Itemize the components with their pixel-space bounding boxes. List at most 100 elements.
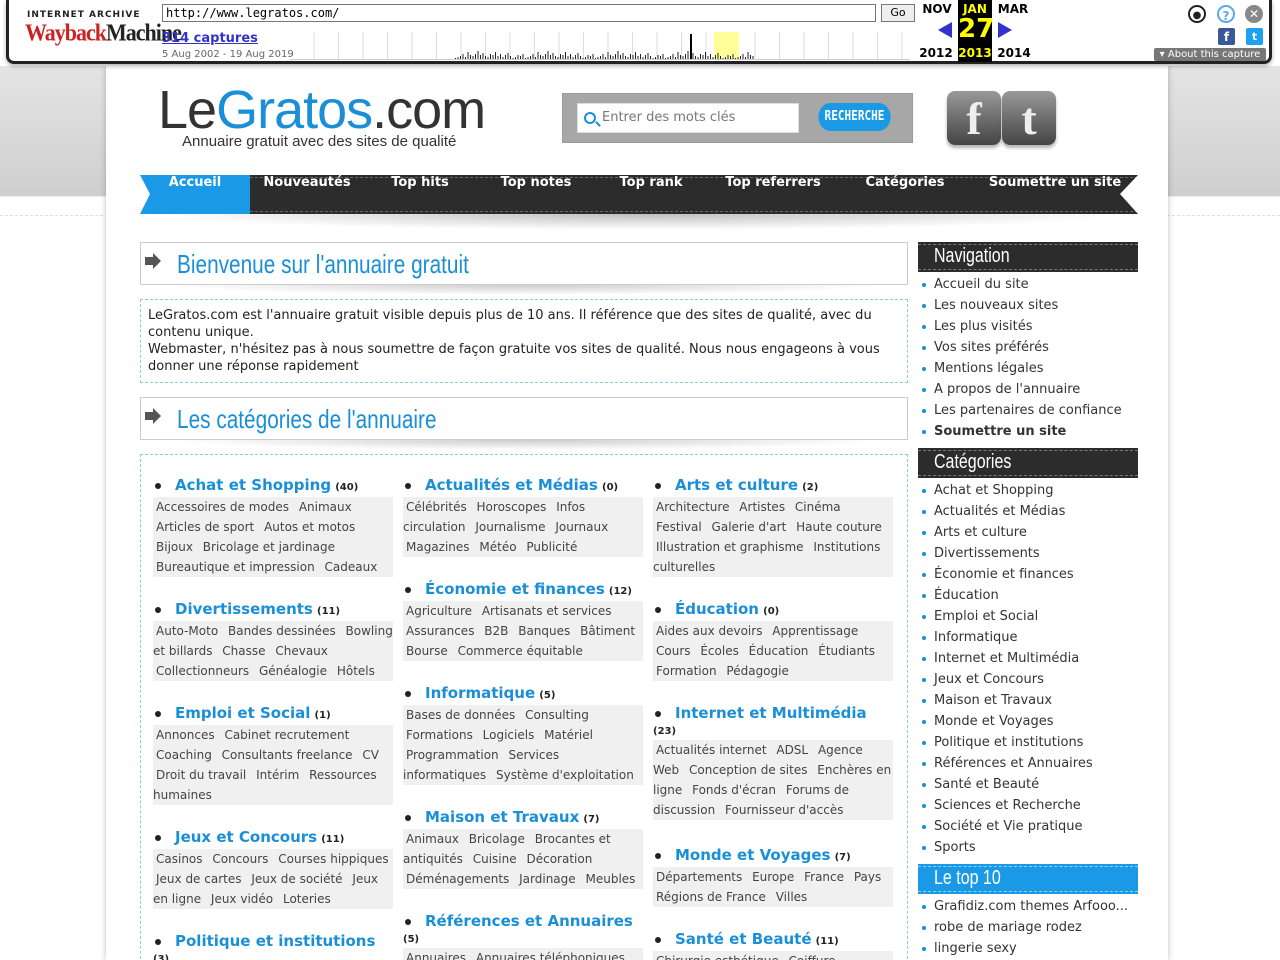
subcategory-link[interactable]: Journalisme bbox=[475, 520, 545, 534]
wayback-go-button[interactable]: Go bbox=[881, 4, 915, 22]
subcategory-link[interactable]: Villes bbox=[776, 890, 808, 904]
sidebar-link[interactable]: A propos de l'annuaire bbox=[918, 379, 1138, 400]
category-title-link[interactable]: Monde et Voyages bbox=[653, 845, 830, 865]
subcategory-link[interactable]: France bbox=[804, 870, 844, 884]
subcategory-link[interactable]: Météo bbox=[479, 540, 516, 554]
subcategory-link[interactable]: Festival bbox=[656, 520, 702, 534]
next-year[interactable]: 2014 bbox=[994, 46, 1034, 60]
subcategory-link[interactable]: Casinos bbox=[156, 852, 203, 866]
subcategory-link[interactable]: Fournisseur d'accès bbox=[725, 803, 843, 817]
sidebar-link[interactable]: Éducation bbox=[918, 585, 1138, 606]
subcategory-link[interactable]: Bricolage bbox=[469, 832, 525, 846]
subcategory-link[interactable]: Aides aux devoirs bbox=[656, 624, 762, 638]
subcategory-link[interactable]: ADSL bbox=[776, 743, 808, 757]
subcategory-link[interactable]: Régions de France bbox=[656, 890, 766, 904]
nav-nouveautes[interactable]: Nouveautés bbox=[250, 175, 364, 214]
subcategory-link[interactable]: Jeux vidéo bbox=[211, 892, 273, 906]
subcategory-link[interactable]: Articles de sport bbox=[156, 520, 254, 534]
subcategory-link[interactable]: Galerie d'art bbox=[712, 520, 787, 534]
user-icon[interactable]: ● bbox=[1188, 5, 1206, 23]
subcategory-link[interactable]: Programmation bbox=[406, 748, 499, 762]
sidebar-link[interactable]: Emploi et Social bbox=[918, 606, 1138, 627]
sidebar-link[interactable]: Sports bbox=[918, 837, 1138, 858]
subcategory-link[interactable]: Chasse bbox=[222, 644, 265, 658]
sidebar-link[interactable]: Les partenaires de confiance bbox=[918, 400, 1138, 421]
subcategory-link[interactable]: Concours bbox=[212, 852, 268, 866]
subcategory-link[interactable]: Loteries bbox=[283, 892, 331, 906]
category-title-link[interactable]: Internet et Multimédia bbox=[653, 703, 867, 723]
site-logo[interactable]: LeGratos.com bbox=[158, 80, 486, 140]
subcategory-link[interactable]: Architecture bbox=[656, 500, 729, 514]
sidebar-link[interactable]: Divertissements bbox=[918, 543, 1138, 564]
subcategory-link[interactable]: Chevaux bbox=[275, 644, 328, 658]
sidebar-link[interactable]: Internet et Multimédia bbox=[918, 648, 1138, 669]
sidebar-link[interactable]: Économie et finances bbox=[918, 564, 1138, 585]
facebook-icon[interactable]: f bbox=[947, 91, 1001, 145]
subcategory-link[interactable]: Coiffure bbox=[789, 954, 836, 960]
subcategory-link[interactable]: Bureautique et impression bbox=[156, 560, 315, 574]
subcategory-link[interactable]: Consulting bbox=[525, 708, 589, 722]
sidebar-link[interactable]: Les nouveaux sites bbox=[918, 295, 1138, 316]
sidebar-link[interactable]: Jeux et Concours bbox=[918, 669, 1138, 690]
subcategory-link[interactable]: Commerce équitable bbox=[458, 644, 583, 658]
subcategory-link[interactable]: Départements bbox=[656, 870, 742, 884]
sidebar-link[interactable]: Actualités et Médias bbox=[918, 501, 1138, 522]
subcategory-link[interactable]: Chirurgie esthétique bbox=[656, 954, 779, 960]
subcategory-link[interactable]: Fonds d'écran bbox=[692, 783, 776, 797]
wayback-logo[interactable]: WaybackMachine bbox=[25, 19, 182, 48]
subcategory-link[interactable]: Décoration bbox=[526, 852, 592, 866]
subcategory-link[interactable]: Système d'exploitation bbox=[496, 768, 634, 782]
category-title-link[interactable]: Informatique bbox=[403, 683, 535, 703]
wayback-url-input[interactable]: http://www.legratos.com/ bbox=[162, 4, 876, 22]
subcategory-link[interactable]: Jeux de cartes bbox=[156, 872, 241, 886]
nav-top-rank[interactable]: Top rank bbox=[596, 175, 706, 214]
sidebar-link[interactable]: Accueil du site bbox=[918, 274, 1138, 295]
subcategory-link[interactable]: Intérim bbox=[256, 768, 299, 782]
sidebar-link[interactable]: Santé et Beauté bbox=[918, 774, 1138, 795]
search-input[interactable]: Entrer des mots clés bbox=[577, 103, 799, 133]
subcategory-link[interactable]: Haute couture bbox=[796, 520, 882, 534]
subcategory-link[interactable]: Pays bbox=[854, 870, 881, 884]
sidebar-link[interactable]: robe de mariage rodez bbox=[918, 917, 1138, 938]
subcategory-link[interactable]: Europe bbox=[752, 870, 794, 884]
subcategory-link[interactable]: Bâtiment bbox=[580, 624, 635, 638]
sidebar-link[interactable]: Mentions légales bbox=[918, 358, 1138, 379]
capture-sparkline[interactable] bbox=[290, 32, 910, 60]
subcategory-link[interactable]: Publicité bbox=[526, 540, 577, 554]
nav-top-hits[interactable]: Top hits bbox=[364, 175, 476, 214]
subcategory-link[interactable]: Logiciels bbox=[483, 728, 535, 742]
category-title-link[interactable]: Santé et Beauté bbox=[653, 929, 812, 949]
sidebar-link[interactable]: Politique et institutions bbox=[918, 732, 1138, 753]
subcategory-link[interactable]: Agriculture bbox=[406, 604, 472, 618]
subcategory-link[interactable]: Horoscopes bbox=[477, 500, 547, 514]
subcategory-link[interactable]: Jeux de société bbox=[251, 872, 342, 886]
subcategory-link[interactable]: Auto-Moto bbox=[156, 624, 218, 638]
sidebar-link[interactable]: Maison et Travaux bbox=[918, 690, 1138, 711]
subcategory-link[interactable]: Annuaires bbox=[406, 951, 466, 960]
subcategory-link[interactable]: Autos et motos bbox=[264, 520, 355, 534]
subcategory-link[interactable]: Actualités internet bbox=[656, 743, 767, 757]
category-title-link[interactable]: Divertissements bbox=[153, 599, 313, 619]
subcategory-link[interactable]: Étudiants bbox=[818, 644, 875, 658]
subcategory-link[interactable]: Conception de sites bbox=[689, 763, 807, 777]
subcategory-link[interactable]: Matériel bbox=[544, 728, 593, 742]
subcategory-link[interactable]: Déménagements bbox=[406, 872, 509, 886]
subcategory-link[interactable]: Bandes dessinées bbox=[228, 624, 336, 638]
subcategory-link[interactable]: Bricolage et jardinage bbox=[203, 540, 335, 554]
subcategory-link[interactable]: Cinéma bbox=[795, 500, 841, 514]
nav-accueil[interactable]: Accueil bbox=[140, 175, 250, 214]
sidebar-link[interactable]: Sciences et Recherche bbox=[918, 795, 1138, 816]
nav-soumettre[interactable]: Soumettre un site bbox=[970, 175, 1140, 214]
sidebar-link[interactable]: Informatique bbox=[918, 627, 1138, 648]
sidebar-link[interactable]: Grafidiz.com themes Arfooo... bbox=[918, 896, 1138, 917]
subcategory-link[interactable]: Animaux bbox=[299, 500, 352, 514]
subcategory-link[interactable]: Illustration et graphisme bbox=[656, 540, 804, 554]
subcategory-link[interactable]: Écoles bbox=[700, 644, 739, 658]
subcategory-link[interactable]: Meubles bbox=[585, 872, 635, 886]
category-title-link[interactable]: Emploi et Social bbox=[153, 703, 310, 723]
subcategory-link[interactable]: Coaching bbox=[156, 748, 212, 762]
nav-categories[interactable]: Catégories bbox=[840, 175, 970, 214]
close-icon[interactable]: ✕ bbox=[1245, 5, 1263, 23]
sidebar-link[interactable]: Monde et Voyages bbox=[918, 711, 1138, 732]
subcategory-link[interactable]: Cours bbox=[656, 644, 691, 658]
